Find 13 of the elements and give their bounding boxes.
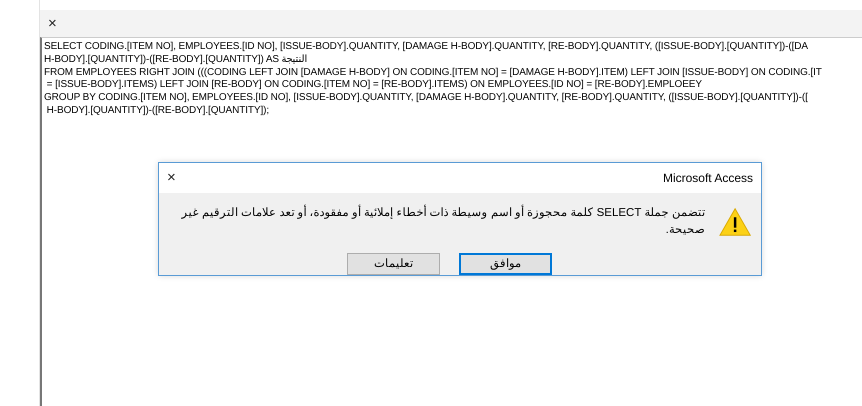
sql-line: FROM EMPLOYEES RIGHT JOIN (((CODING LEFT JOIN [DAMAGE H-BODY] ON CODING.[ITEM NO] = [DAMAGE H-BODY].ITEM) LEFT JOIN [ISSUE-BODY] ON CODING.[IT (44, 66, 823, 80)
sql-line: H-BODY].[QUANTITY])-([RE-BODY].[QUANTITY]); (46, 104, 270, 118)
warning-icon (718, 206, 751, 237)
dialog-title: Microsoft Access (662, 170, 753, 187)
error-message: تتضمن جملة SELECT كلمة محجوزة أو اسم وسيطة ذات أخطاء إملائية أو مفقودة، أو تعد علامات الترقيم غير صحيحة. (180, 204, 705, 238)
sql-line: = [ISSUE-BODY].ITEMS) LEFT JOIN [RE-BODY] ON CODING.[ITEM NO] = [RE-BODY].ITEMS) ON EMPLOYEES.[ID NO] = [RE-BODY].EMPLOEEY (46, 79, 703, 92)
dialog-button[interactable]: تعليمات (347, 253, 440, 275)
close-button[interactable]: × (165, 170, 178, 186)
close-button[interactable]: × (46, 16, 59, 31)
sql-line: SELECT CODING.[ITEM NO], EMPLOYEES.[ID NO], [ISSUE-BODY].QUANTITY, [DAMAGE H-BODY].QUANTITY, [RE-BODY].QUANTITY, ([ISSUE-BODY].[QUANTITY])-([DA (44, 41, 809, 54)
sql-line: H-BODY].[QUANTITY])-([RE-BODY].[QUANTITY]) AS النتيجة (44, 54, 309, 67)
dialog-button[interactable]: موافق (459, 253, 552, 275)
sql-line: GROUP BY CODING.[ITEM NO], EMPLOYEES.[ID NO], [ISSUE-BODY].QUANTITY, [DAMAGE H-BODY].QUANTITY, [RE-BODY].QUANTITY, ([ISSUE-BODY].[QUANTITY])-([ (44, 92, 809, 105)
